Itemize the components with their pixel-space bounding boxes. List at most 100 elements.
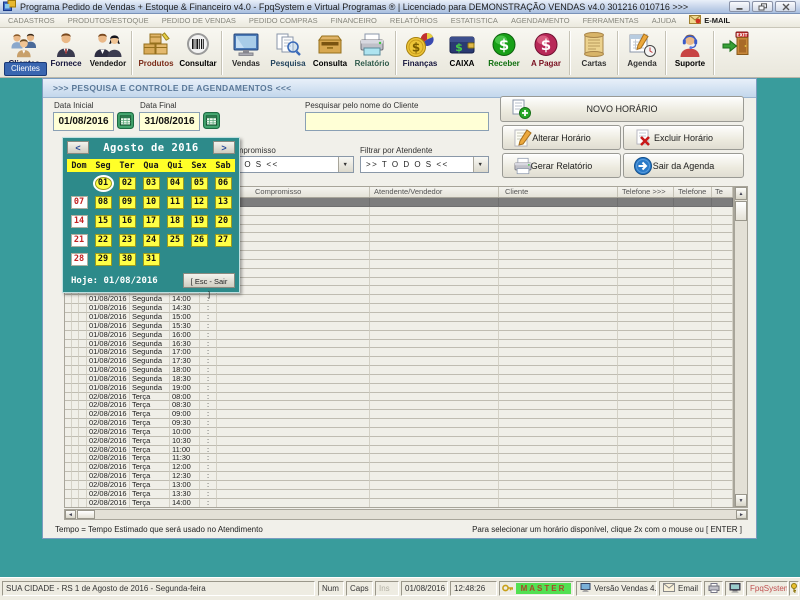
toolbar-fornece[interactable]: Fornece (45, 29, 87, 77)
calendar-day-09[interactable]: 09 (119, 196, 136, 209)
scroll-right-button[interactable]: ► (736, 510, 747, 519)
scroll-thumb[interactable] (77, 510, 95, 519)
excluir-horario-button[interactable]: Excluir Horário (623, 125, 744, 150)
toolbar-vendas[interactable]: Vendas (225, 29, 267, 77)
calendar-day-05[interactable]: 05 (191, 177, 208, 190)
menu-ajuda[interactable]: AJUDA (652, 16, 677, 25)
table-row[interactable]: 02/08/2016Terça09:30: (65, 419, 733, 428)
table-row[interactable]: 01/08/2016Segunda14:30: (65, 304, 733, 313)
table-row[interactable]: 01/08/2016Segunda17:30: (65, 357, 733, 366)
table-row[interactable]: 02/08/2016Terça14:00: (65, 499, 733, 508)
toolbar-agenda[interactable]: Agenda (621, 29, 663, 77)
data-inicial-calendar-button[interactable] (116, 112, 135, 131)
calendar-day-23[interactable]: 23 (119, 234, 136, 247)
scroll-left-button[interactable]: ◄ (65, 510, 76, 519)
table-row[interactable]: 01/08/2016Segunda15:00: (65, 313, 733, 322)
calendar-day-17[interactable]: 17 (143, 215, 160, 228)
calendar-day-26[interactable]: 26 (191, 234, 208, 247)
calendar-esc-button[interactable]: [ Esc - Sair ] (183, 273, 235, 288)
scroll-down-button[interactable]: ▼ (735, 494, 747, 507)
scroll-thumb[interactable] (735, 201, 747, 221)
table-row[interactable]: 02/08/2016Terça08:00: (65, 393, 733, 402)
toolbar-pesquisa[interactable]: Pesquisa (267, 29, 309, 77)
toolbar-consultar[interactable]: Consultar (177, 29, 219, 77)
table-row[interactable]: 02/08/2016Terça08:30: (65, 401, 733, 410)
toolbar-relatorio[interactable]: Relatório (351, 29, 393, 77)
calendar-day-18[interactable]: 18 (167, 215, 184, 228)
calendar-day-07[interactable]: 07 (71, 196, 88, 209)
calendar-day-22[interactable]: 22 (95, 234, 112, 247)
calendar-day-04[interactable]: 04 (167, 177, 184, 190)
menu-agendamento[interactable]: AGENDAMENTO (511, 16, 570, 25)
menu-email[interactable]: E-MAIL (689, 15, 730, 26)
toolbar-sair-exit[interactable]: EXIT (717, 29, 759, 77)
calendar-day-13[interactable]: 13 (215, 196, 232, 209)
atendente-select[interactable]: >> T O D O S << ▼ (360, 156, 489, 173)
toolbar-consulta[interactable]: Consulta (309, 29, 351, 77)
table-row[interactable]: 01/08/2016Segunda17:00: (65, 348, 733, 357)
calendar-day-08[interactable]: 08 (95, 196, 112, 209)
calendar-day-31[interactable]: 31 (143, 253, 160, 266)
toolbar-caixa[interactable]: $CAIXA (441, 29, 483, 77)
menu-produtos-estoque[interactable]: PRODUTOS/ESTOQUE (68, 16, 149, 25)
table-row[interactable]: 02/08/2016Terça12:00: (65, 463, 733, 472)
calendar-day-14[interactable]: 14 (71, 215, 88, 228)
table-row[interactable]: 02/08/2016Terça11:30: (65, 454, 733, 463)
calendar-day-27[interactable]: 27 (215, 234, 232, 247)
calendar-day-10[interactable]: 10 (143, 196, 160, 209)
toolbar-vendedor[interactable]: Vendedor (87, 29, 129, 77)
calendar-day-20[interactable]: 20 (215, 215, 232, 228)
calendar-day-02[interactable]: 02 (119, 177, 136, 190)
column-header-te[interactable]: Te (712, 187, 733, 197)
data-final-input[interactable] (139, 112, 200, 131)
alterar-horario-button[interactable]: Alterar Horário (502, 125, 621, 150)
toolbar-receber[interactable]: $Receber (483, 29, 525, 77)
toolbar-a-pagar[interactable]: $A Pagar (525, 29, 567, 77)
calendar-day-28[interactable]: 28 (71, 253, 88, 266)
calendar-day-12[interactable]: 12 (191, 196, 208, 209)
toolbar-cartas[interactable]: Cartas (573, 29, 615, 77)
menu-pedido-de-vendas[interactable]: PEDIDO DE VENDAS (162, 16, 236, 25)
close-button[interactable] (775, 1, 796, 12)
table-row[interactable]: 01/08/2016Segunda16:30: (65, 340, 733, 349)
calendar-day-29[interactable]: 29 (95, 253, 112, 266)
column-header-atendente-vendedor[interactable]: Atendente/Vendedor (370, 187, 499, 197)
calendar-day-19[interactable]: 19 (191, 215, 208, 228)
calendar-day-15[interactable]: 15 (95, 215, 112, 228)
table-vertical-scrollbar[interactable]: ▲ ▼ (734, 186, 748, 508)
status-printer[interactable] (704, 581, 723, 596)
calendar-day-21[interactable]: 21 (71, 234, 88, 247)
calendar-day-06[interactable]: 06 (215, 177, 232, 190)
column-header-telefone[interactable]: Telefone (674, 187, 712, 197)
status-monitor[interactable] (725, 581, 744, 596)
gerar-relatorio-button[interactable]: Gerar Relatório (502, 153, 621, 178)
table-row[interactable]: 01/08/2016Segunda19:00: (65, 384, 733, 393)
cliente-search-input[interactable] (305, 112, 489, 131)
calendar-day-01[interactable]: 01 (95, 177, 112, 190)
menu-ferramentas[interactable]: FERRAMENTAS (583, 16, 639, 25)
novo-horario-button[interactable]: NOVO HORÁRIO (500, 96, 744, 122)
table-row[interactable]: 01/08/2016Segunda18:00: (65, 366, 733, 375)
menu-financeiro[interactable]: FINANCEIRO (331, 16, 377, 25)
table-row[interactable]: 01/08/2016Segunda14:00: (65, 295, 733, 304)
restore-button[interactable] (752, 1, 773, 12)
dropdown-arrow-icon[interactable]: ▼ (338, 157, 353, 172)
data-final-calendar-button[interactable] (202, 112, 221, 131)
table-row[interactable]: 01/08/2016Segunda15:30: (65, 322, 733, 331)
column-header-cliente[interactable]: Cliente (499, 187, 618, 197)
toolbar-financas[interactable]: $Finanças (399, 29, 441, 77)
table-horizontal-scrollbar[interactable]: ◄ ► (64, 509, 748, 520)
calendar-next-button[interactable]: > (213, 141, 235, 154)
calendar-day-24[interactable]: 24 (143, 234, 160, 247)
table-row[interactable]: 02/08/2016Terça09:00: (65, 410, 733, 419)
status-email[interactable]: Email (659, 581, 702, 596)
calendar-day-25[interactable]: 25 (167, 234, 184, 247)
sair-agenda-button[interactable]: Sair da Agenda (623, 153, 744, 178)
toolbar-suporte[interactable]: Suporte (669, 29, 711, 77)
menu-cadastros[interactable]: CADASTROS (8, 16, 55, 25)
calendar-day-30[interactable]: 30 (119, 253, 136, 266)
menu-relat-rios[interactable]: RELATÓRIOS (390, 16, 438, 25)
data-inicial-input[interactable] (53, 112, 114, 131)
menu-estatistica[interactable]: ESTATISTICA (451, 16, 498, 25)
dropdown-arrow-icon[interactable]: ▼ (473, 157, 488, 172)
